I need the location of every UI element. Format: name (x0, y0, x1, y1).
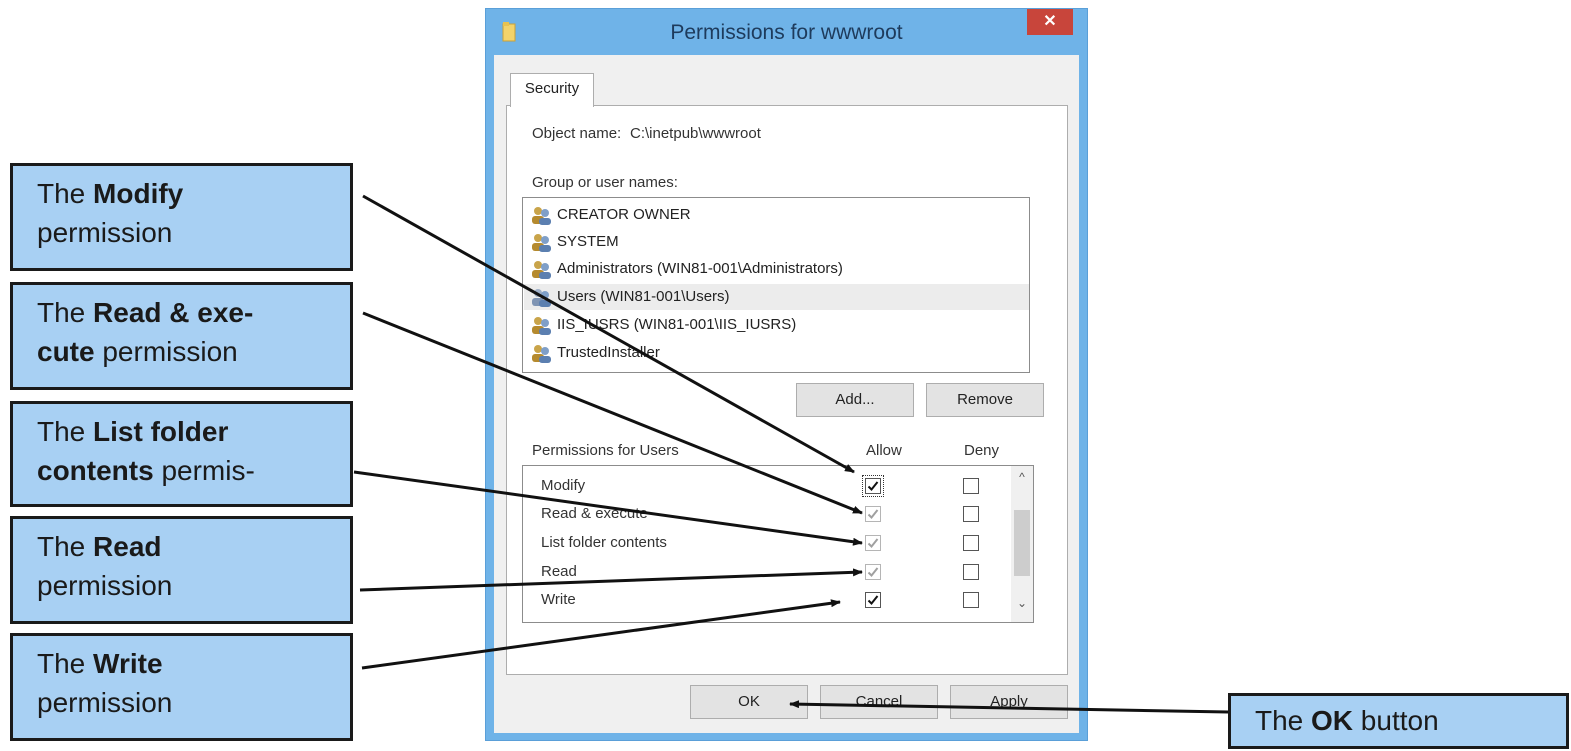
arrow-modify (362, 194, 855, 474)
arrow-ok (789, 700, 1229, 714)
arrow-read (359, 568, 863, 592)
arrow-write (361, 599, 841, 670)
tab-security[interactable]: Security (510, 73, 594, 107)
callout-arrows (353, 194, 1229, 714)
